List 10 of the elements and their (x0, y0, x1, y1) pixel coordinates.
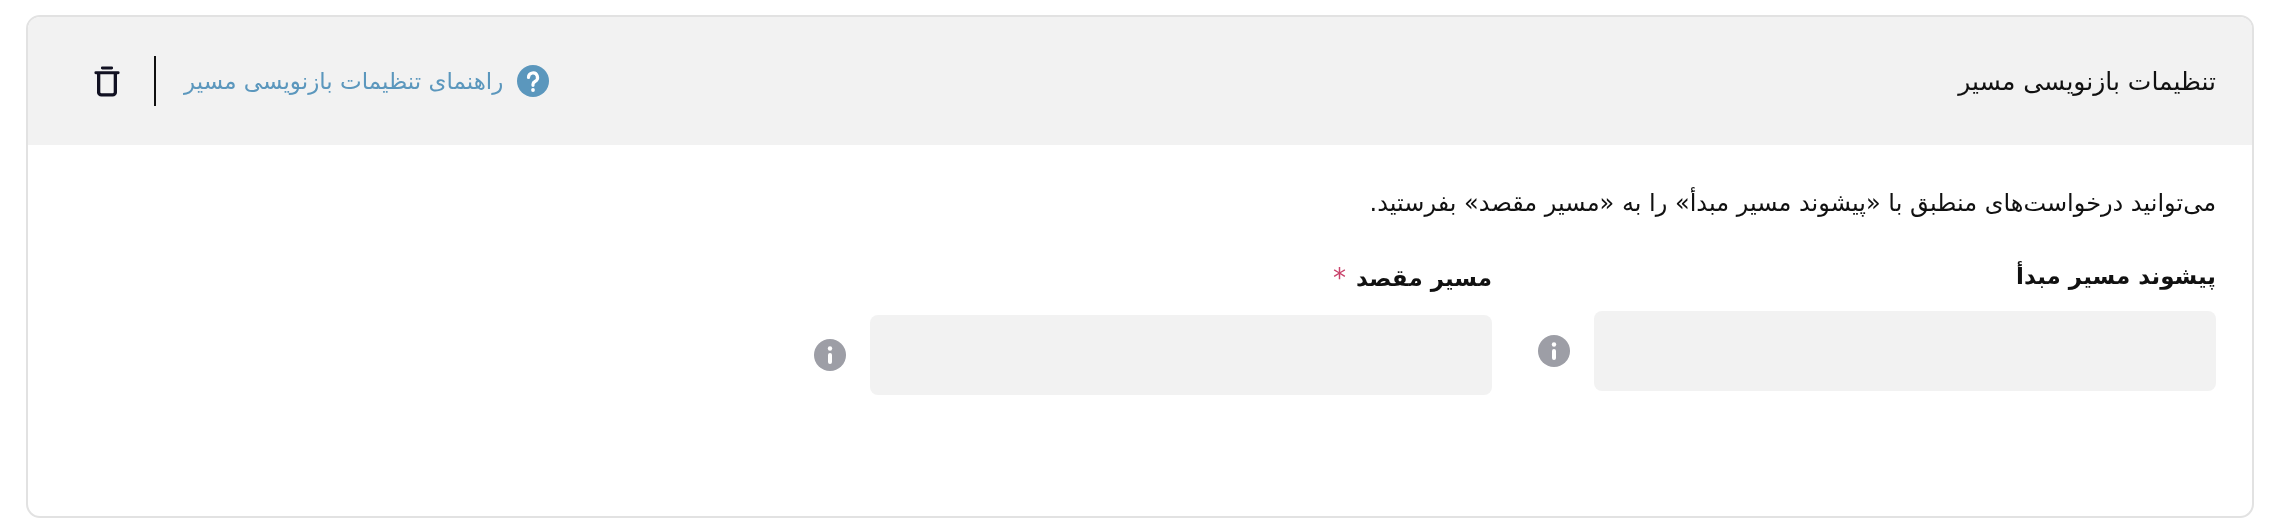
help-icon (517, 65, 550, 97)
description-text: می‌توانید درخواست‌های منطبق با «پیشوند مسیر مبدأ» را به «مسیر مقصد» بفرستید. (1368, 189, 2216, 217)
required-mark: * (1332, 263, 1346, 293)
field-label: پیشوند مسیر مبدأ (2016, 263, 2216, 289)
card-title: تنظیمات بازنویسی مسیر (1958, 66, 2216, 96)
info-icon[interactable] (1538, 335, 1570, 367)
trash-icon (94, 65, 120, 97)
field-label: مسیر مقصد (1355, 265, 1492, 291)
info-icon[interactable] (814, 339, 846, 371)
help-link[interactable]: راهنمای تنظیمات بازنویسی مسیر (184, 65, 550, 97)
